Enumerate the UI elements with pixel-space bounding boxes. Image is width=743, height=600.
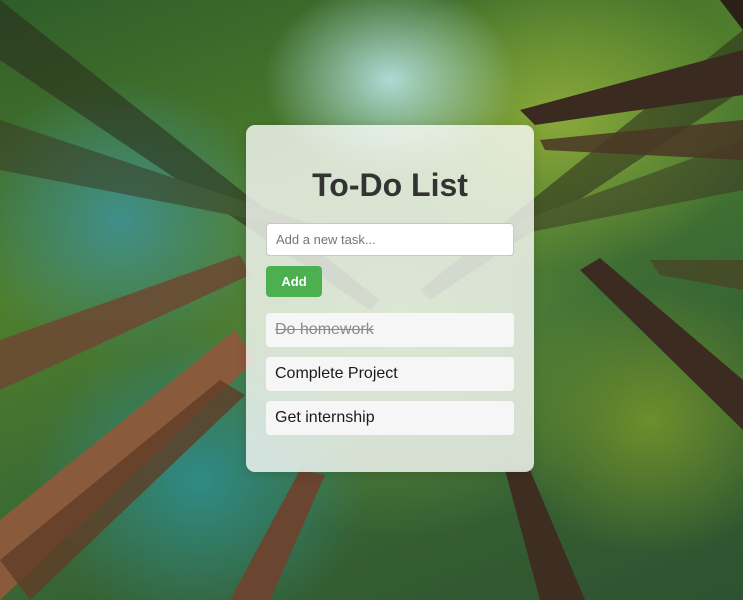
page-title: To-Do List [312, 167, 468, 203]
task-item[interactable]: Get internship [266, 401, 514, 435]
task-list: Do homework Complete Project Get interns… [266, 313, 514, 435]
task-item[interactable]: Complete Project [266, 357, 514, 391]
task-item[interactable]: Do homework [266, 313, 514, 347]
add-task-button[interactable]: Add [266, 266, 322, 297]
new-task-input[interactable] [266, 223, 514, 256]
todo-card: To-Do List Add Do homework Complete Proj… [246, 125, 534, 472]
